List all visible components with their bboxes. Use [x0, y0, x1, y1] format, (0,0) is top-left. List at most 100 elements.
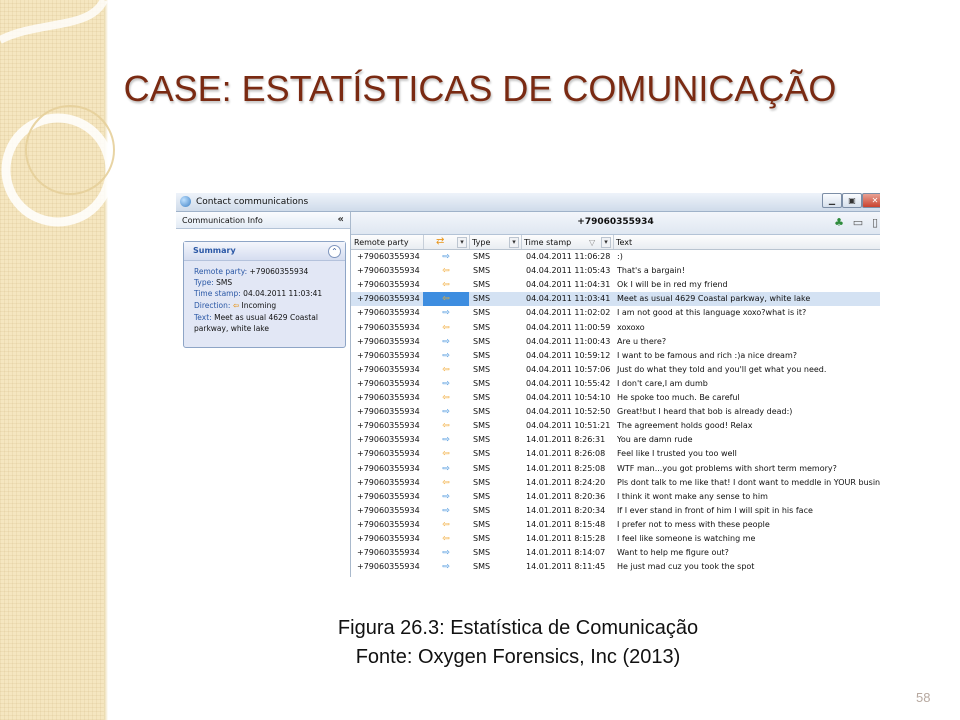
table-row[interactable]: +79060355934 ⇨ SMS 04.04.2011 10:52:50 Great… [351, 405, 880, 419]
summary-text-cont: parkway, white lake [194, 324, 269, 333]
cell-type: SMS [473, 435, 491, 445]
cell-type: SMS [473, 449, 491, 459]
cell-type: SMS [473, 350, 491, 360]
col-type[interactable]: Type [472, 238, 490, 247]
summary-direction: Direction: ⇦ Incoming [194, 301, 277, 310]
chevron-up-icon[interactable]: ⌃ [328, 245, 341, 258]
cell-text: He spoke too much. Be careful [617, 393, 740, 402]
col-remote-party[interactable]: Remote party [354, 238, 409, 247]
messages-pane: +79060355934 ♣ ▭ ▯ Remote party ⇄ ▾ Type… [351, 212, 880, 577]
cell-text: You are damn rude [617, 435, 693, 445]
cell-type: SMS [473, 548, 491, 558]
incoming-arrow-icon: ⇦ [442, 449, 450, 460]
cell-remote-party: +79060355934 [357, 407, 420, 417]
cell-time-stamp: 04.04.2011 11:04:31 [526, 280, 611, 290]
cell-text: That's a bargain! [617, 266, 685, 276]
table-row[interactable]: +79060355934 ⇨ SMS 14.01.2011 8:26:31 You ar… [351, 433, 880, 447]
table-row[interactable]: +79060355934 ⇨ SMS 14.01.2011 8:11:45 He jus… [351, 560, 880, 574]
cell-type: SMS [473, 280, 491, 290]
cell-type: SMS [473, 477, 491, 487]
cell-time-stamp: 04.04.2011 11:06:28 [526, 252, 611, 261]
restore-icon[interactable]: ▣ [842, 193, 862, 208]
cell-text: Ok I will be in red my friend [617, 280, 728, 290]
cell-type: SMS [473, 294, 491, 304]
cell-remote-party: +79060355934 [357, 548, 420, 558]
summary-header[interactable]: Summary ⌃ [184, 242, 345, 261]
cell-text: He just mad cuz you took the spot [617, 562, 755, 572]
close-icon[interactable]: ✕ [862, 193, 880, 208]
contacts-icon[interactable]: ♣ [832, 216, 846, 229]
decorative-circles [0, 0, 115, 227]
cell-remote-party: +79060355934 [357, 463, 420, 473]
phone-number-title: +79060355934 [577, 217, 654, 227]
cell-text: I think it wont make any sense to him [617, 491, 768, 501]
cell-type: SMS [473, 378, 491, 388]
table-row[interactable]: +79060355934 ⇦ SMS 04.04.2011 10:54:10 He sp… [351, 391, 880, 405]
direction-column-icon[interactable]: ⇄ [436, 236, 444, 247]
table-row[interactable]: +79060355934 ⇨ SMS 14.01.2011 8:25:08 WTF ma… [351, 462, 880, 476]
incoming-arrow-icon: ⇦ [442, 322, 450, 333]
summary-remote-party: Remote party: +79060355934 [194, 267, 309, 276]
col-text[interactable]: Text [616, 238, 632, 247]
table-row[interactable]: +79060355934 ⇨ SMS 04.04.2011 10:55:42 I don… [351, 377, 880, 391]
window-title: Contact communications [196, 197, 309, 207]
slide-title: CASE: ESTATÍSTICAS DE COMUNICAÇÃO [123, 68, 837, 109]
cell-time-stamp: 04.04.2011 10:55:42 [526, 378, 611, 388]
contact-communications-window: Contact communications ▁ ▣ ✕ Communicati… [176, 193, 880, 577]
table-row[interactable]: +79060355934 ⇦ SMS 04.04.2011 10:51:21 The a… [351, 419, 880, 433]
cell-text: I feel like someone is watching me [617, 534, 756, 543]
direction-filter-dropdown[interactable]: ▾ [457, 237, 467, 248]
summary-text: Text: Meet as usual 4629 Coastal [194, 313, 318, 322]
view-icon[interactable]: ▭ [851, 216, 865, 229]
cell-remote-party: +79060355934 [357, 364, 420, 374]
table-row[interactable]: +79060355934 ⇨ SMS 04.04.2011 11:02:02 I am … [351, 306, 880, 320]
cell-remote-party: +79060355934 [357, 252, 420, 261]
outgoing-arrow-icon: ⇨ [442, 378, 450, 389]
cell-remote-party: +79060355934 [357, 322, 420, 332]
table-row[interactable]: +79060355934 ⇦ SMS 04.04.2011 10:57:06 Just … [351, 363, 880, 377]
cell-type: SMS [473, 252, 491, 261]
table-row[interactable]: +79060355934 ⇦ SMS 14.01.2011 8:24:20 Pls do… [351, 476, 880, 490]
cell-text: :) [617, 252, 623, 261]
cell-time-stamp: 04.04.2011 10:57:06 [526, 364, 611, 374]
table-row[interactable]: +79060355934 ⇦ SMS 14.01.2011 8:15:28 I feel… [351, 532, 880, 546]
cell-time-stamp: 14.01.2011 8:20:34 [526, 505, 606, 515]
table-row[interactable]: +79060355934 ⇦ SMS 04.04.2011 11:03:41 Meet … [351, 292, 880, 307]
cell-remote-party: +79060355934 [357, 266, 420, 276]
sort-desc-icon: ▽ [589, 238, 596, 247]
cell-time-stamp: 04.04.2011 10:54:10 [526, 393, 611, 402]
minimize-icon[interactable]: ▁ [822, 193, 842, 208]
cell-time-stamp: 14.01.2011 8:15:28 [526, 534, 606, 543]
incoming-arrow-icon: ⇦ [442, 534, 450, 544]
table-row[interactable]: +79060355934 ⇦ SMS 14.01.2011 8:15:48 I pref… [351, 518, 880, 532]
export-icon[interactable]: ▯ [868, 216, 880, 229]
cell-text: Meet as usual 4629 Coastal parkway, whit… [617, 294, 811, 304]
incoming-arrow-icon: ⇦ [442, 280, 450, 291]
col-time-stamp[interactable]: Time stamp [524, 238, 571, 247]
collapse-pane-icon[interactable]: « [338, 214, 344, 225]
cell-text: Feel like I trusted you too well [617, 449, 737, 459]
cell-remote-party: +79060355934 [357, 449, 420, 459]
table-row[interactable]: +79060355934 ⇨ SMS 04.04.2011 11:00:43 Are u… [351, 335, 880, 349]
table-row[interactable]: +79060355934 ⇨ SMS 14.01.2011 8:14:07 Want t… [351, 546, 880, 560]
table-row[interactable]: +79060355934 ⇦ SMS 04.04.2011 11:04:31 Ok I … [351, 278, 880, 292]
time-filter-dropdown[interactable]: ▾ [601, 237, 611, 248]
table-row[interactable]: +79060355934 ⇨ SMS 04.04.2011 11:06:28:) [351, 250, 880, 264]
outgoing-arrow-icon: ⇨ [442, 548, 450, 559]
cell-time-stamp: 14.01.2011 8:11:45 [526, 562, 606, 572]
cell-type: SMS [473, 463, 491, 473]
table-row[interactable]: +79060355934 ⇦ SMS 04.04.2011 11:00:59 xoxo… [351, 321, 880, 335]
table-row[interactable]: +79060355934 ⇦ SMS 14.01.2011 8:26:08 Feel l… [351, 447, 880, 461]
incoming-arrow-icon: ⇦ [442, 477, 450, 488]
table-row[interactable]: +79060355934 ⇨ SMS 04.04.2011 10:59:12 I wan… [351, 349, 880, 363]
cell-type: SMS [473, 336, 491, 346]
cell-remote-party: +79060355934 [357, 505, 420, 515]
phone-header: +79060355934 ♣ ▭ ▯ [351, 212, 880, 235]
table-row[interactable]: +79060355934 ⇨ SMS 14.01.2011 8:20:34 If I e… [351, 504, 880, 518]
table-row[interactable]: +79060355934 ⇦ SMS 04.04.2011 11:05:43 That'… [351, 264, 880, 278]
type-filter-dropdown[interactable]: ▾ [509, 237, 519, 248]
cell-time-stamp: 04.04.2011 11:03:41 [526, 294, 611, 304]
table-row[interactable]: +79060355934 ⇨ SMS 14.01.2011 8:20:36 I thin… [351, 490, 880, 504]
cell-type: SMS [473, 266, 491, 276]
window-titlebar: Contact communications ▁ ▣ ✕ [176, 193, 880, 212]
